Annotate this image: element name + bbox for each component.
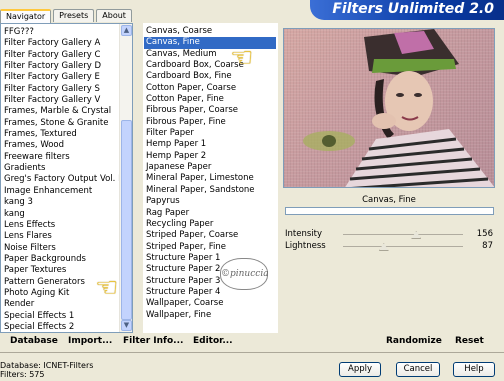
filter-list-item[interactable]: Structure Paper 4 xyxy=(144,287,276,298)
filter-list-item[interactable]: Canvas, Medium xyxy=(144,49,276,60)
database-button[interactable]: Database xyxy=(10,333,58,349)
pointing-hand-icon: ☜ xyxy=(95,273,119,303)
slider-intensity[interactable]: Intensity 156 xyxy=(283,229,495,240)
filter-list-item[interactable]: Cardboard Box, Coarse xyxy=(144,60,276,71)
randomize-button[interactable]: Randomize xyxy=(386,333,442,349)
filter-list-item[interactable]: Cardboard Box, Fine xyxy=(144,71,276,82)
slider-track[interactable] xyxy=(343,243,463,251)
category-list-item[interactable]: Image Enhancement xyxy=(2,186,120,197)
category-list-item[interactable]: Frames, Marble & Crystal xyxy=(2,106,120,117)
editor-button[interactable]: Editor... xyxy=(193,333,233,349)
category-list-item[interactable]: Paper Backgrounds xyxy=(2,254,120,265)
filter-list-item[interactable]: Canvas, Fine xyxy=(144,37,276,49)
category-list-item[interactable]: Filter Factory Gallery E xyxy=(2,72,120,83)
filter-list-item[interactable]: Striped Paper, Coarse xyxy=(144,230,276,241)
category-list-item[interactable]: Frames, Wood xyxy=(2,140,120,151)
status-filters: Filters: 575 xyxy=(0,370,45,379)
tab-bar: Navigator Presets About xyxy=(0,9,134,23)
scroll-down-arrow-icon[interactable]: ▼ xyxy=(121,320,132,331)
filter-list-item[interactable]: Hemp Paper 2 xyxy=(144,151,276,162)
filter-list-item[interactable]: Cotton Paper, Coarse xyxy=(144,83,276,94)
filter-list-item[interactable]: Japanese Paper xyxy=(144,162,276,173)
watermark: ©pinuccia xyxy=(220,258,269,290)
filter-list-item[interactable]: Fibrous Paper, Coarse xyxy=(144,105,276,116)
filter-list-item[interactable]: Fibrous Paper, Fine xyxy=(144,117,276,128)
slider-value: 156 xyxy=(476,229,493,239)
tab-presets[interactable]: Presets xyxy=(53,9,95,22)
scroll-up-arrow-icon[interactable]: ▲ xyxy=(121,25,132,36)
preview-portrait xyxy=(303,29,494,187)
reset-button[interactable]: Reset xyxy=(455,333,484,349)
filter-list-item[interactable]: Hemp Paper 1 xyxy=(144,139,276,150)
category-list-item[interactable]: FFG??? xyxy=(2,27,120,38)
app-title: Filters Unlimited 2.0 xyxy=(332,1,494,17)
bottom-toolbar: Database Import... Filter Info... Editor… xyxy=(0,333,504,351)
tab-navigator[interactable]: Navigator xyxy=(0,9,52,23)
filter-list-item[interactable]: Filter Paper xyxy=(144,128,276,139)
category-list-item[interactable]: Greg's Factory Output Vol. II xyxy=(2,174,120,185)
filter-list-item[interactable]: Mineral Paper, Sandstone xyxy=(144,185,276,196)
filter-list-item[interactable]: Wallpaper, Fine xyxy=(144,310,276,321)
slider-label: Lightness xyxy=(285,241,326,251)
filter-list-item[interactable]: Canvas, Coarse xyxy=(144,26,276,37)
slider-label: Intensity xyxy=(285,229,322,239)
slider-lightness[interactable]: Lightness 87 xyxy=(283,241,495,252)
import-button[interactable]: Import... xyxy=(68,333,112,349)
separator xyxy=(0,352,504,353)
category-list-item[interactable]: Frames, Stone & Granite xyxy=(2,118,120,129)
category-scrollbar[interactable]: ▲ ▼ xyxy=(119,24,132,332)
pointing-hand-icon: ☜ xyxy=(230,43,254,73)
category-list-item[interactable]: Special Effects 1 xyxy=(2,311,120,322)
category-list-item[interactable]: Lens Effects xyxy=(2,220,120,231)
category-list-item[interactable]: Lens Flares xyxy=(2,231,120,242)
category-list-item[interactable]: Filter Factory Gallery D xyxy=(2,61,120,72)
filter-list-item[interactable]: Striped Paper, Fine xyxy=(144,242,276,253)
slider-thumb[interactable] xyxy=(378,243,389,251)
tab-about[interactable]: About xyxy=(96,9,132,22)
filter-list-item[interactable]: Rag Paper xyxy=(144,208,276,219)
category-list-item[interactable]: Filter Factory Gallery A xyxy=(2,38,120,49)
slider-thumb[interactable] xyxy=(411,231,422,239)
category-list-item[interactable]: kang xyxy=(2,209,120,220)
category-list-item[interactable]: kang 3 xyxy=(2,197,120,208)
category-list-item[interactable]: Special Effects 2 xyxy=(2,322,120,333)
filter-list-item[interactable]: Wallpaper, Coarse xyxy=(144,298,276,309)
help-button[interactable]: Help xyxy=(453,362,495,377)
category-list-item[interactable]: Frames, Textured xyxy=(2,129,120,140)
cancel-button[interactable]: Cancel xyxy=(396,362,440,377)
apply-button[interactable]: Apply xyxy=(339,362,381,377)
category-list-item[interactable]: Filter Factory Gallery V xyxy=(2,95,120,106)
progress-bar xyxy=(285,207,494,215)
category-list-item[interactable]: Filter Factory Gallery C xyxy=(2,50,120,61)
category-list-item[interactable]: Gradients xyxy=(2,163,120,174)
filter-list-item[interactable]: Papyrus xyxy=(144,196,276,207)
category-list-item[interactable]: Noise Filters xyxy=(2,243,120,254)
filter-list-item[interactable]: Mineral Paper, Limestone xyxy=(144,173,276,184)
slider-value: 87 xyxy=(482,241,493,251)
filter-info-button[interactable]: Filter Info... xyxy=(123,333,183,349)
scroll-thumb[interactable] xyxy=(121,120,132,320)
slider-track[interactable] xyxy=(343,231,463,239)
preview-filter-name: Canvas, Fine xyxy=(362,195,416,205)
category-list-item[interactable]: Freeware filters xyxy=(2,152,120,163)
category-list-item[interactable]: Filter Factory Gallery S xyxy=(2,84,120,95)
filter-list-item[interactable]: Recycling Paper xyxy=(144,219,276,230)
preview-image xyxy=(283,28,495,188)
filter-list-item[interactable]: Cotton Paper, Fine xyxy=(144,94,276,105)
